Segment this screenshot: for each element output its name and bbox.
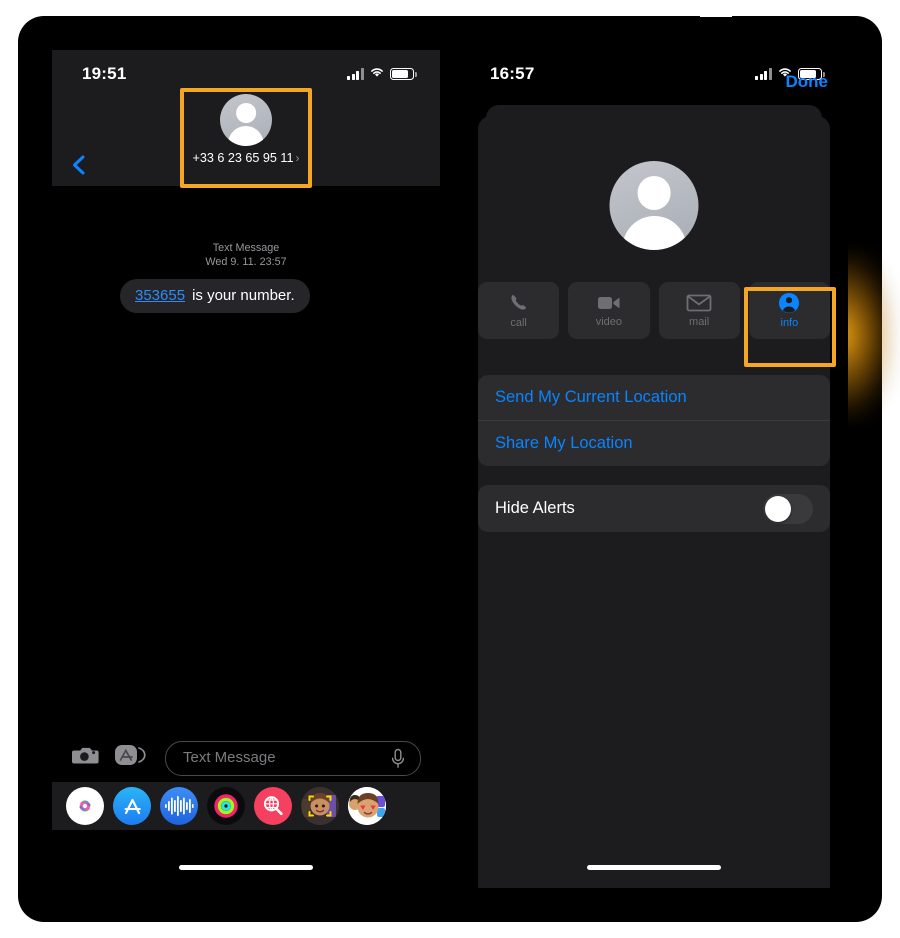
app-store-app-icon[interactable] [113,787,151,825]
video-camera-icon [597,297,620,309]
contact-header[interactable]: +33 6 23 65 95 11 › [185,94,307,165]
contact-actions: call video mail info [478,282,830,339]
home-indicator [587,865,721,870]
detected-code-link[interactable]: 353655 [135,287,185,304]
message-row: 353655 is your number. [115,279,310,313]
toggle-knob [765,495,791,522]
hide-alerts-toggle[interactable] [763,493,813,524]
music-app-icon[interactable] [160,787,198,825]
microphone-button[interactable] [390,748,406,774]
mail-action-label: mail [689,316,710,328]
send-current-location-row[interactable]: Send My Current Location [478,375,830,420]
person-circle-icon [779,293,800,313]
contact-number: +33 6 23 65 95 11 [192,151,294,165]
service-label: Text Message [212,242,280,254]
camera-icon [72,747,99,764]
chevron-left-icon [73,155,85,175]
message-text: is your number. [192,287,295,304]
apps-button[interactable] [114,742,146,773]
cellular-bars-icon [755,68,772,80]
app-store-icon [115,745,146,765]
wifi-icon [369,65,385,83]
contact-avatar-placeholder-icon [220,94,272,146]
status-time: 19:51 [82,64,127,83]
mail-action-button[interactable]: mail [658,282,740,339]
contact-avatar-placeholder-icon [609,161,699,250]
info-action-button[interactable]: info [748,282,830,339]
done-button[interactable]: Done [786,72,829,92]
text-message-input[interactable]: Text Message [165,741,421,776]
info-action-label: info [780,317,799,329]
envelope-icon [686,294,712,312]
left-status-bar: 19:51 [52,50,440,96]
video-action-button[interactable]: video [568,282,650,339]
hide-alerts-label: Hide Alerts [495,499,575,517]
hide-alerts-row[interactable]: Hide Alerts [478,485,830,532]
phone-icon [511,294,527,310]
white-notch [700,0,732,17]
contact-number-row[interactable]: +33 6 23 65 95 11 › [185,151,307,165]
fitness-app-icon[interactable] [207,787,245,825]
memoji-stickers-app-icon[interactable] [348,787,386,825]
camera-button[interactable] [72,743,102,772]
right-phone-screen: 16:57 Done call video mail info Send My … [460,50,848,888]
message-input-bar: Text Message [52,735,440,783]
video-action-label: video [595,316,623,328]
left-phone-screen: 19:51 +33 6 23 65 95 11 › Text Message W… [52,50,440,888]
photos-app-icon[interactable] [66,787,104,825]
chevron-right-icon: › [295,151,300,165]
location-group: Send My Current Location Share My Locati… [478,375,830,466]
battery-icon [390,68,417,80]
imessage-app-drawer [52,782,440,830]
status-time: 16:57 [490,64,535,83]
back-button[interactable] [70,155,88,175]
call-action-button[interactable]: call [478,282,560,339]
image-search-app-icon[interactable] [254,787,292,825]
status-icons [347,65,417,83]
screenshot-canvas: 19:51 +33 6 23 65 95 11 › Text Message W… [0,0,900,938]
conversation-meta: Text Message Wed 9. 11. 23:57 [52,242,440,269]
call-action-label: call [510,317,527,329]
message-bubble-incoming[interactable]: 353655 is your number. [115,279,310,313]
home-indicator [179,865,313,870]
memoji-app-icon[interactable] [301,787,339,825]
cellular-bars-icon [347,68,364,80]
app-drawer-row [66,787,386,825]
alerts-group: Hide Alerts [478,485,830,532]
share-my-location-row[interactable]: Share My Location [478,420,830,466]
microphone-icon [391,748,405,768]
text-message-placeholder: Text Message [183,749,276,766]
conversation-timestamp: Wed 9. 11. 23:57 [205,255,287,268]
